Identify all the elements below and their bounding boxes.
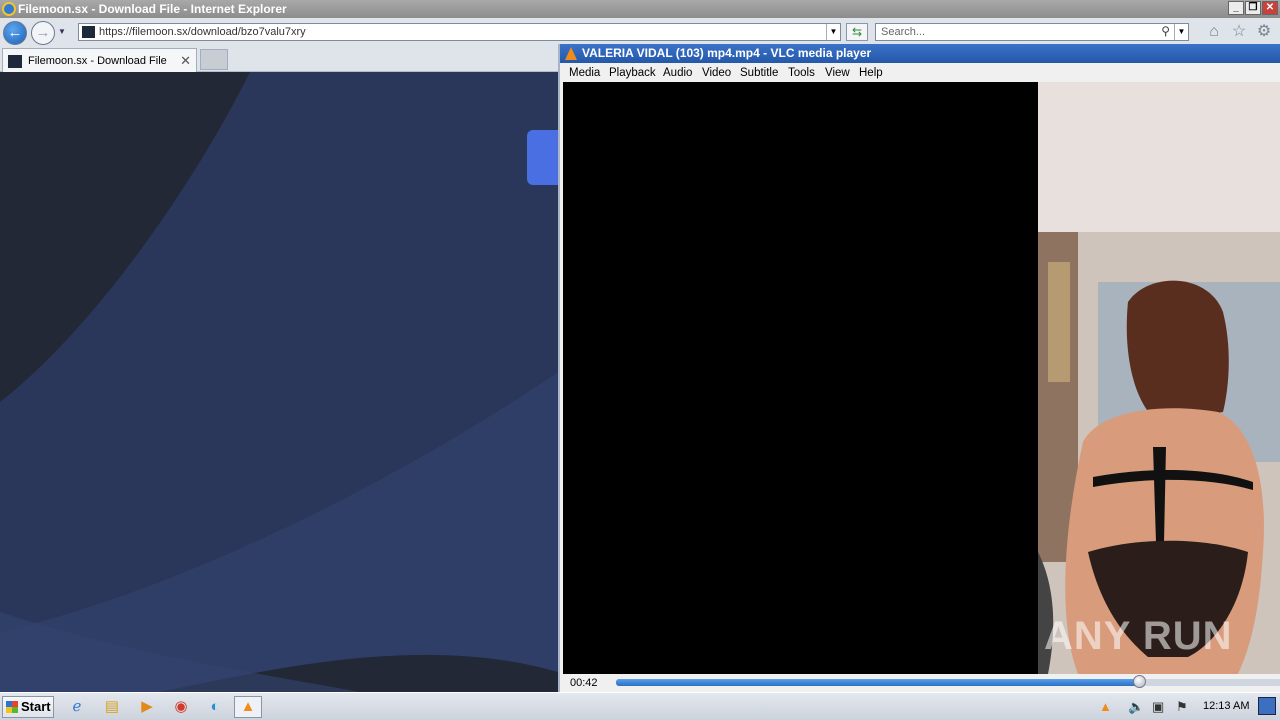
close-button[interactable]: ✕ <box>1262 1 1278 15</box>
restore-button[interactable]: ❐ <box>1245 1 1261 15</box>
menu-subtitle[interactable]: Subtitle <box>740 66 778 80</box>
start-label: Start <box>21 699 51 714</box>
internet-explorer-icon[interactable]: ℯ <box>63 696 91 718</box>
new-tab-button[interactable] <box>200 49 228 70</box>
address-bar[interactable]: https://filemoon.sx/download/bzo7valu7xr… <box>78 23 841 41</box>
vlc-window-title: VALERIA VIDAL (103) mp4.mp4 - VLC media … <box>582 46 872 60</box>
menu-video[interactable]: Video <box>702 66 731 80</box>
address-dropdown-icon[interactable]: ▼ <box>826 24 840 40</box>
tab-label[interactable]: Filemoon.sx - Download File <box>28 54 167 68</box>
chrome-icon[interactable]: ◉ <box>167 696 195 718</box>
download-page-button[interactable] <box>527 130 558 185</box>
network-icon[interactable]: ▣ <box>1152 699 1164 715</box>
settings-gear-icon[interactable]: ⚙ <box>1254 22 1274 42</box>
menu-help[interactable]: Help <box>859 66 883 80</box>
start-button[interactable]: Start <box>2 696 54 718</box>
minimize-button[interactable]: _ <box>1228 1 1244 15</box>
internet-explorer-icon <box>2 2 16 16</box>
menu-tools[interactable]: Tools <box>788 66 815 80</box>
vlc-window: VALERIA VIDAL (103) mp4.mp4 - VLC media … <box>558 44 1280 692</box>
search-placeholder[interactable]: Search... <box>881 25 925 40</box>
show-desktop-button[interactable] <box>1258 697 1276 715</box>
taskbar: Start ℯ ▤ ▶ ◉ ◐ ▲ ▲ 🔈 ▣ ⚑ 12:13 AM <box>0 692 1280 720</box>
menu-view[interactable]: View <box>825 66 850 80</box>
seek-handle[interactable] <box>1133 675 1146 688</box>
video-output[interactable]: ANY RUN <box>563 82 1280 674</box>
site-favicon <box>82 26 95 38</box>
volume-icon[interactable]: 🔈 <box>1128 699 1144 715</box>
menu-media[interactable]: Media <box>569 66 600 80</box>
vlc-cone-icon <box>565 47 577 60</box>
back-button[interactable]: ← <box>3 21 27 45</box>
search-icon[interactable]: ⚲ <box>1161 24 1170 38</box>
search-dropdown-icon[interactable]: ▼ <box>1174 24 1188 40</box>
menu-playback[interactable]: Playback <box>609 66 656 80</box>
ie-title-bar: Filemoon.sx - Download File - Internet E… <box>0 0 1280 18</box>
video-frame: ANY RUN <box>1038 82 1280 674</box>
vlc-controls: 00:42 <box>560 674 1280 692</box>
search-box[interactable]: Search... ⚲ ▼ <box>875 23 1189 41</box>
tab-favicon <box>8 55 22 68</box>
home-icon[interactable]: ⌂ <box>1204 22 1224 42</box>
forward-button[interactable]: → <box>31 21 55 45</box>
file-explorer-icon[interactable]: ▤ <box>98 696 126 718</box>
vlc-tray-icon[interactable]: ▲ <box>1099 699 1112 715</box>
recent-pages-dropdown-icon[interactable]: ▼ <box>58 27 68 36</box>
vlc-title-bar: VALERIA VIDAL (103) mp4.mp4 - VLC media … <box>560 44 1280 63</box>
vlc-icon[interactable]: ▲ <box>234 696 262 718</box>
menu-audio[interactable]: Audio <box>663 66 692 80</box>
action-center-flag-icon[interactable]: ⚑ <box>1176 699 1188 715</box>
ie-tab-strip: Filemoon.sx - Download File ✕ <box>0 46 560 72</box>
video-frame-image <box>1038 82 1280 674</box>
media-player-icon[interactable]: ▶ <box>133 696 161 718</box>
elapsed-time: 00:42 <box>570 677 598 689</box>
web-page-content <box>0 72 558 692</box>
ie-window-title: Filemoon.sx - Download File - Internet E… <box>18 2 287 16</box>
anyrun-watermark: ANY RUN <box>1044 614 1233 658</box>
background-waves <box>0 72 558 692</box>
favorites-star-icon[interactable]: ☆ <box>1229 22 1249 42</box>
edge-icon[interactable]: ◐ <box>201 696 229 718</box>
refresh-button[interactable]: ⇆ <box>846 23 868 41</box>
address-url[interactable]: https://filemoon.sx/download/bzo7valu7xr… <box>99 25 306 40</box>
seek-bar-progress <box>616 679 1139 686</box>
vlc-menu-bar: Media Playback Audio Video Subtitle Tool… <box>560 63 1280 82</box>
clock[interactable]: 12:13 AM <box>1203 700 1249 712</box>
tab-filemoon[interactable]: Filemoon.sx - Download File ✕ <box>2 48 197 72</box>
windows-logo-icon <box>6 701 18 713</box>
close-tab-icon[interactable]: ✕ <box>180 53 191 69</box>
ie-navigation-bar: ← → ▼ https://filemoon.sx/download/bzo7v… <box>0 18 1280 46</box>
